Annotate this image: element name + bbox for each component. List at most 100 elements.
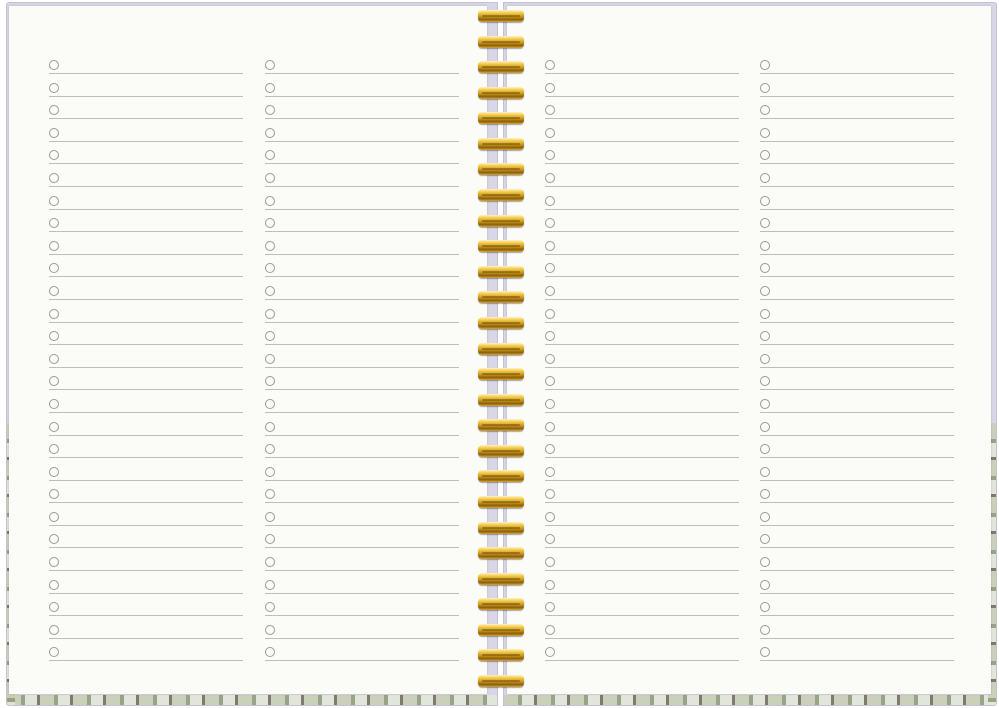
checklist-row[interactable] — [545, 189, 739, 212]
checkbox-circle-icon[interactable] — [760, 353, 770, 364]
writing-line[interactable] — [49, 231, 243, 233]
checklist-row[interactable] — [49, 324, 243, 347]
writing-line[interactable] — [545, 163, 739, 165]
checklist-row[interactable] — [49, 76, 243, 99]
checkbox-circle-icon[interactable] — [545, 60, 555, 70]
writing-line[interactable] — [49, 615, 243, 617]
writing-line[interactable] — [545, 344, 739, 346]
checkbox-circle-icon[interactable] — [49, 195, 59, 206]
checkbox-circle-icon[interactable] — [545, 308, 555, 319]
writing-line[interactable] — [49, 298, 243, 300]
checklist-row[interactable] — [265, 189, 459, 212]
checklist-row[interactable] — [760, 234, 954, 257]
checkbox-circle-icon[interactable] — [265, 353, 275, 364]
checkbox-circle-icon[interactable] — [265, 376, 275, 387]
checklist-row[interactable] — [265, 550, 459, 573]
checkbox-circle-icon[interactable] — [760, 489, 770, 500]
checkbox-circle-icon[interactable] — [49, 331, 59, 342]
writing-line[interactable] — [760, 637, 954, 639]
checkbox-circle-icon[interactable] — [545, 602, 555, 613]
checklist-row[interactable] — [545, 482, 739, 505]
checklist-row[interactable] — [760, 437, 954, 460]
checklist-row[interactable] — [760, 415, 954, 438]
checkbox-circle-icon[interactable] — [49, 263, 59, 274]
writing-line[interactable] — [49, 570, 243, 572]
checklist-row[interactable] — [545, 279, 739, 302]
checklist-row[interactable] — [760, 618, 954, 641]
checklist-row[interactable] — [760, 640, 954, 663]
checklist-row[interactable] — [760, 211, 954, 234]
writing-line[interactable] — [760, 298, 954, 300]
checkbox-circle-icon[interactable] — [545, 624, 555, 635]
writing-line[interactable] — [760, 502, 954, 504]
checklist-row[interactable] — [545, 76, 739, 99]
checklist-row[interactable] — [545, 143, 739, 166]
checkbox-circle-icon[interactable] — [545, 511, 555, 522]
checklist-row[interactable] — [265, 527, 459, 550]
checklist-row[interactable] — [49, 166, 243, 189]
writing-line[interactable] — [760, 615, 954, 617]
checklist-row[interactable] — [265, 76, 459, 99]
checklist-row[interactable] — [265, 595, 459, 618]
checklist-row[interactable] — [760, 324, 954, 347]
checkbox-circle-icon[interactable] — [760, 624, 770, 635]
checklist-row[interactable] — [265, 302, 459, 325]
checkbox-circle-icon[interactable] — [265, 398, 275, 409]
checklist-row[interactable] — [265, 369, 459, 392]
writing-line[interactable] — [265, 479, 459, 481]
writing-line[interactable] — [265, 502, 459, 504]
writing-line[interactable] — [265, 366, 459, 368]
checklist-row[interactable] — [49, 618, 243, 641]
checkbox-circle-icon[interactable] — [49, 602, 59, 613]
writing-line[interactable] — [49, 276, 243, 278]
writing-line[interactable] — [545, 276, 739, 278]
checkbox-circle-icon[interactable] — [265, 172, 275, 183]
checklist-row[interactable] — [545, 595, 739, 618]
checkbox-circle-icon[interactable] — [545, 534, 555, 545]
writing-line[interactable] — [545, 637, 739, 639]
checklist-row[interactable] — [49, 482, 243, 505]
checkbox-circle-icon[interactable] — [49, 489, 59, 500]
checklist-row[interactable] — [265, 505, 459, 528]
checklist-row[interactable] — [545, 460, 739, 483]
checkbox-circle-icon[interactable] — [265, 489, 275, 500]
checkbox-circle-icon[interactable] — [49, 624, 59, 635]
writing-line[interactable] — [545, 524, 739, 526]
writing-line[interactable] — [545, 411, 739, 413]
checkbox-circle-icon[interactable] — [545, 376, 555, 387]
checkbox-circle-icon[interactable] — [265, 127, 275, 138]
checklist-row[interactable] — [265, 460, 459, 483]
writing-line[interactable] — [265, 411, 459, 413]
checkbox-circle-icon[interactable] — [545, 489, 555, 500]
writing-line[interactable] — [545, 73, 739, 74]
checkbox-circle-icon[interactable] — [760, 308, 770, 319]
checklist-row[interactable] — [49, 550, 243, 573]
checklist-row[interactable] — [760, 279, 954, 302]
writing-line[interactable] — [545, 185, 739, 187]
checklist-row[interactable] — [265, 392, 459, 415]
checkbox-circle-icon[interactable] — [760, 218, 770, 229]
checkbox-circle-icon[interactable] — [49, 218, 59, 229]
writing-line[interactable] — [265, 434, 459, 436]
checkbox-circle-icon[interactable] — [760, 466, 770, 477]
checklist-row[interactable] — [49, 234, 243, 257]
checkbox-circle-icon[interactable] — [545, 240, 555, 251]
checkbox-circle-icon[interactable] — [49, 466, 59, 477]
checklist-row[interactable] — [760, 98, 954, 121]
checkbox-circle-icon[interactable] — [265, 647, 275, 658]
writing-line[interactable] — [545, 208, 739, 210]
checklist-row[interactable] — [265, 324, 459, 347]
checkbox-circle-icon[interactable] — [49, 127, 59, 138]
writing-line[interactable] — [265, 118, 459, 120]
checkbox-circle-icon[interactable] — [265, 624, 275, 635]
checklist-row[interactable] — [545, 550, 739, 573]
checkbox-circle-icon[interactable] — [760, 602, 770, 613]
checkbox-circle-icon[interactable] — [49, 534, 59, 545]
checklist-row[interactable] — [545, 256, 739, 279]
checkbox-circle-icon[interactable] — [265, 60, 275, 70]
writing-line[interactable] — [49, 389, 243, 391]
checkbox-circle-icon[interactable] — [49, 105, 59, 116]
writing-line[interactable] — [545, 570, 739, 572]
writing-line[interactable] — [49, 479, 243, 481]
writing-line[interactable] — [545, 298, 739, 300]
